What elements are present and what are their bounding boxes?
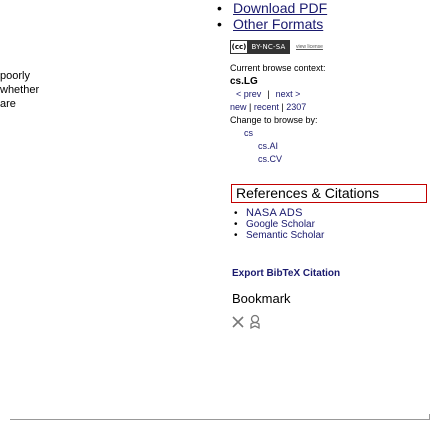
browse-cs-ai-link[interactable]: cs.AI bbox=[258, 141, 278, 151]
browse-context-value: cs.LG bbox=[230, 76, 258, 87]
browse-new-recent: new | recent | 2307 bbox=[230, 102, 307, 112]
body-text-fragment: are bbox=[0, 98, 16, 110]
bookmark-icon[interactable] bbox=[248, 314, 262, 330]
year-link[interactable]: 2307 bbox=[286, 102, 306, 112]
x-icon[interactable] bbox=[232, 315, 244, 329]
body-text-fragment: poorly bbox=[0, 70, 30, 82]
recent-link[interactable]: recent bbox=[254, 102, 279, 112]
prev-link[interactable]: < prev bbox=[236, 89, 261, 99]
google-scholar-link[interactable]: Google Scholar bbox=[246, 219, 315, 230]
nasa-ads-link[interactable]: NASA ADS bbox=[246, 207, 303, 219]
browse-context: Current browse context: cs.LG < prev | nex… bbox=[230, 62, 400, 166]
footer-divider bbox=[10, 414, 430, 420]
cc-license-badge[interactable]: (cc) BY-NC-SA bbox=[230, 40, 290, 54]
body-text-fragment: whether bbox=[0, 84, 40, 96]
download-item: Download PDF bbox=[213, 0, 327, 16]
references-list: NASA ADS Google Scholar Semantic Scholar bbox=[230, 207, 324, 242]
list-item: NASA ADS bbox=[230, 207, 324, 220]
bookmark-heading: Bookmark bbox=[232, 291, 291, 306]
download-pdf-link[interactable]: Download PDF bbox=[233, 0, 327, 16]
list-item: Semantic Scholar bbox=[230, 230, 324, 241]
license-row: (cc) BY-NC-SA view license bbox=[230, 40, 323, 54]
view-license-link[interactable]: view license bbox=[296, 44, 323, 50]
change-browse-label: Change to browse by: bbox=[230, 115, 318, 125]
references-citations-heading: References & Citations bbox=[231, 184, 427, 203]
cc-icon: (cc) bbox=[231, 41, 248, 53]
next-link[interactable]: next > bbox=[276, 89, 301, 99]
bookmark-icons bbox=[232, 314, 262, 330]
license-badge-text: BY-NC-SA bbox=[248, 41, 289, 53]
other-formats-link[interactable]: Other Formats bbox=[233, 16, 323, 32]
download-list: Download PDF Other Formats bbox=[213, 0, 327, 32]
browse-cs-link[interactable]: cs bbox=[244, 128, 253, 138]
browse-nav: < prev | next > bbox=[230, 88, 400, 101]
browse-context-label: Current browse context: bbox=[230, 63, 326, 73]
download-item: Other Formats bbox=[213, 16, 327, 32]
new-link[interactable]: new bbox=[230, 102, 247, 112]
list-item: Google Scholar bbox=[230, 219, 324, 230]
semantic-scholar-link[interactable]: Semantic Scholar bbox=[246, 230, 324, 241]
browse-cs-cv-link[interactable]: cs.CV bbox=[258, 154, 282, 164]
separator: | bbox=[267, 89, 270, 99]
export-bibtex-link[interactable]: Export BibTeX Citation bbox=[232, 268, 340, 279]
